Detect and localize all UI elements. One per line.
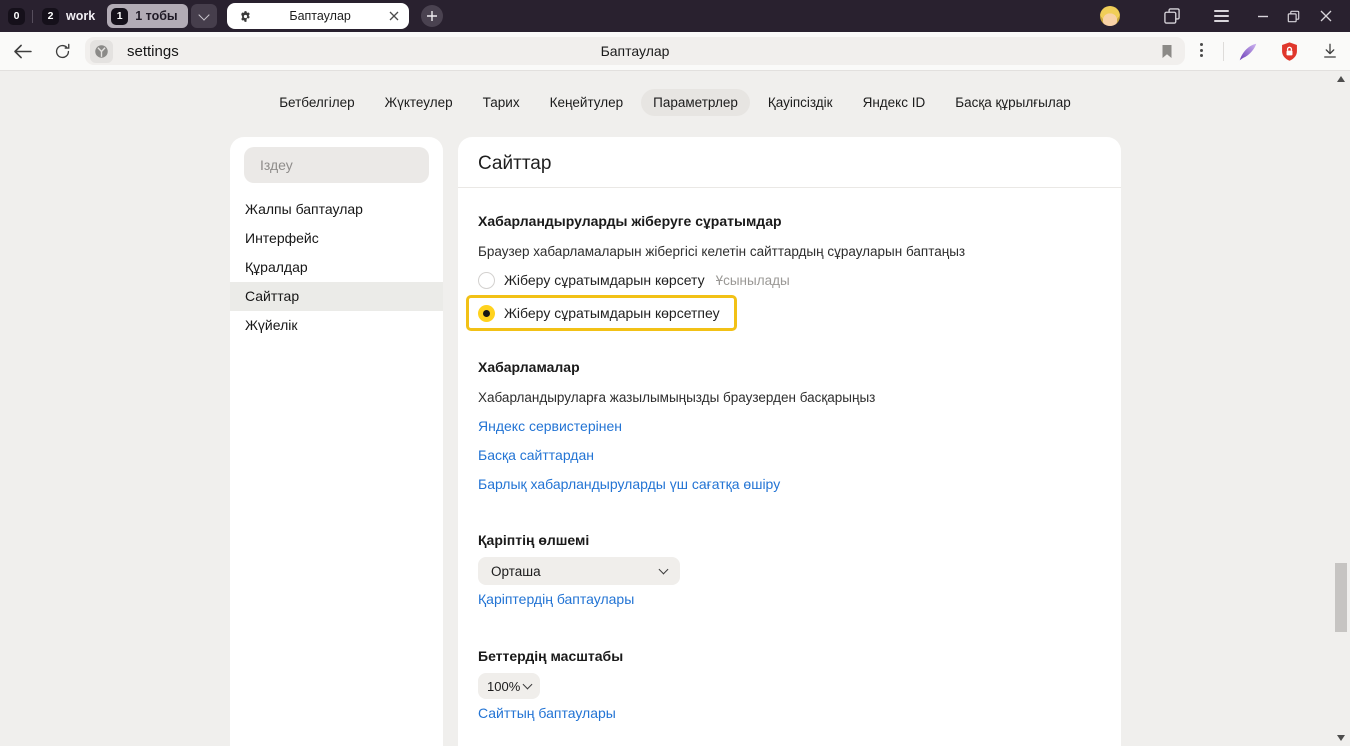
browser-toolbar: settings Баптаулар [0,32,1350,71]
radio-label: Жіберу сұратымдарын көрсетпеу [504,305,720,321]
restore-button[interactable] [1287,10,1300,23]
tab-group-count-badge: 1 [111,8,128,25]
tab-group-label: work [66,9,95,23]
page-zoom-value: 100% [487,679,520,694]
font-size-value: Орташа [491,564,541,579]
collapsed-tabs-badge[interactable]: 0 [8,8,25,25]
chevron-down-icon [198,9,209,20]
tab-group-active[interactable]: 1 1 тобы [107,4,187,28]
scrollbar-thumb[interactable] [1335,563,1347,632]
radio-unselected-icon[interactable] [478,272,495,289]
link-mute-all-notifications[interactable]: Барлық хабарландыруларды үш сағатқа өшір… [478,476,780,492]
restore-icon [1287,10,1300,23]
minimize-icon [1257,10,1269,22]
page-zoom-heading: Беттердің масштабы [478,648,1101,665]
sidebar-item-interface[interactable]: Интерфейс [230,224,443,253]
scroll-down-arrow[interactable] [1337,735,1345,741]
tabs-panel-icon [1162,6,1182,26]
titlebar: 0 2 work 1 1 тобы Баптаулар [0,0,1350,32]
download-icon [1321,42,1339,60]
settings-sidebar: Жалпы баптаулар Интерфейс Құралдар Сайтт… [230,137,443,746]
highlight-annotation: Жіберу сұратымдарын көрсетпеу [466,295,737,331]
font-size-select[interactable]: Орташа [478,557,680,585]
sidebar-item-general[interactable]: Жалпы баптаулар [230,195,443,224]
page-zoom-select[interactable]: 100% [478,673,540,699]
nav-tab-downloads[interactable]: Жүктеулер [373,89,465,116]
nav-tab-security[interactable]: Қауіпсіздік [756,89,845,116]
address-bar[interactable]: settings Баптаулар [85,37,1185,65]
sidebar-item-system[interactable]: Жүйелік [230,311,443,340]
more-actions-button[interactable] [1200,43,1203,57]
link-font-settings[interactable]: Қаріптердің баптаулары [478,591,634,607]
recommended-badge: Ұсынылады [716,273,790,288]
plus-icon [426,10,438,22]
nav-tab-history[interactable]: Тарих [471,89,532,116]
titlebar-separator [32,10,33,23]
page-title: Баптаулар [85,43,1185,59]
tab-title: Баптаулар [252,9,389,23]
sidebar-search[interactable] [244,147,429,183]
radio-label: Жіберу сұратымдарын көрсету [504,272,705,288]
sidebar-item-tools[interactable]: Құралдар [230,253,443,282]
gear-icon [239,10,252,23]
refresh-icon [53,42,72,61]
downloads-button[interactable] [1321,42,1339,65]
back-arrow-icon [13,44,32,59]
scroll-up-arrow[interactable] [1337,76,1345,82]
notifications-description: Хабарландыруларға жазылымыңызды браузерд… [478,389,1101,406]
page-scrollbar[interactable] [1333,72,1350,746]
settings-nav-tabs: Бетбелгілер Жүктеулер Тарих Кеңейтулер П… [0,89,1350,116]
sidebar-list: Жалпы баптаулар Интерфейс Құралдар Сайтт… [230,195,443,340]
radio-option-hide-requests[interactable]: Жіберу сұратымдарын көрсетпеу [478,298,720,328]
shield-lock-icon [1279,40,1300,63]
minimize-button[interactable] [1257,10,1269,22]
link-other-sites[interactable]: Басқа сайттардан [478,447,594,463]
bookmark-button[interactable] [1161,44,1173,59]
title-divider [458,187,1121,188]
sidebar-item-sites[interactable]: Сайттар [230,282,443,311]
tab-group-count-badge: 2 [42,8,59,25]
tab-group-work[interactable]: 2 work [42,8,95,25]
toolbar-divider [1223,42,1224,61]
back-button[interactable] [13,44,32,64]
nav-tab-settings[interactable]: Параметрлер [641,89,750,116]
nav-tab-extensions[interactable]: Кеңейтулер [538,89,636,116]
tab-panel-button[interactable] [1162,6,1182,26]
chevron-down-icon [523,680,533,690]
push-requests-description: Браузер хабарламаларын жібергісі келетін… [478,243,1101,260]
close-tab-button[interactable] [389,11,399,21]
tab-group-expand-button[interactable] [191,4,217,28]
feather-icon [1237,41,1259,63]
copilot-feather-button[interactable] [1237,41,1259,68]
link-site-settings[interactable]: Сайттың баптаулары [478,705,616,721]
tab-group-label: 1 тобы [135,9,177,23]
browser-tab-settings[interactable]: Баптаулар [227,3,409,29]
notifications-heading: Хабарламалар [478,359,1101,376]
nav-tab-yandex-id[interactable]: Яндекс ID [851,89,938,116]
link-yandex-services[interactable]: Яндекс сервистерінен [478,418,622,434]
settings-page: Бетбелгілер Жүктеулер Тарих Кеңейтулер П… [0,72,1350,746]
new-tab-button[interactable] [421,5,443,27]
close-window-button[interactable] [1320,10,1332,22]
font-size-heading: Қаріптің өлшемі [478,532,1101,549]
bookmark-icon [1161,44,1173,59]
push-requests-heading: Хабарландыруларды жіберуге сұратымдар [478,213,1101,230]
titlebar-right-controls [1100,6,1340,26]
close-icon [1320,10,1332,22]
settings-content: Сайттар Хабарландыруларды жіберуге сұрат… [458,137,1121,746]
page-section-title: Сайттар [458,137,1121,187]
site-icon[interactable] [90,40,113,63]
menu-button[interactable] [1214,10,1229,21]
chevron-down-icon [659,565,669,575]
search-input[interactable] [244,157,429,173]
radio-selected-icon[interactable] [478,305,495,322]
refresh-button[interactable] [53,42,72,66]
profile-avatar[interactable] [1100,6,1120,26]
yandex-browser-icon [94,44,109,59]
nav-tab-other-devices[interactable]: Басқа құрылғылар [943,89,1083,116]
radio-option-show-requests[interactable]: Жіберу сұратымдарын көрсету Ұсынылады [478,265,1101,295]
nav-tab-bookmarks[interactable]: Бетбелгілер [267,89,366,116]
url-text: settings [127,43,179,60]
protect-shield-button[interactable] [1279,40,1300,68]
